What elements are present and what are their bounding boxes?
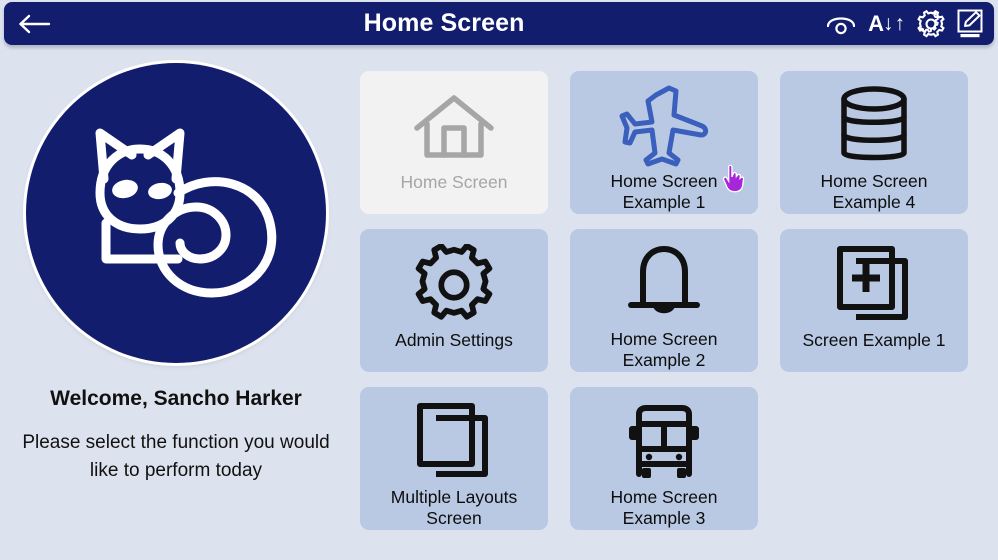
tile-label: Home Screen Example 3	[610, 486, 718, 529]
font-size-button[interactable]: A ↓↑	[868, 6, 906, 42]
tile-icon-wrap	[413, 84, 495, 170]
contrast-visibility-button[interactable]	[824, 6, 858, 42]
tile-home-screen-example-3[interactable]: Home Screen Example 3	[570, 387, 758, 530]
stacked-pages-icon	[417, 403, 488, 478]
tile-icon-wrap	[835, 242, 913, 328]
back-button[interactable]	[18, 7, 64, 41]
tile-label: Home Screen Example 1	[610, 170, 718, 213]
tile-admin-settings[interactable]: Admin Settings	[360, 229, 548, 372]
tile-home-screen-example-4[interactable]: Home Screen Example 4	[780, 71, 968, 214]
tile-icon-wrap	[836, 84, 912, 169]
tile-screen-example-1[interactable]: Screen Example 1	[780, 229, 968, 372]
sidebar-welcome-panel: Welcome, Sancho Harker Please select the…	[0, 49, 352, 560]
bell-icon	[628, 246, 700, 314]
tile-label: Admin Settings	[395, 330, 513, 350]
edit-notepad-icon	[957, 9, 983, 37]
tile-label: Multiple Layouts Screen	[390, 486, 518, 529]
cat-logo-icon	[95, 128, 277, 298]
tile-label: Screen Example 1	[802, 330, 946, 350]
instruction-text: Please select the function you would lik…	[22, 432, 330, 481]
gear-icon	[415, 244, 493, 320]
tile-multiple-layouts-screen[interactable]: Multiple Layouts Screen	[360, 387, 548, 530]
tile-home-screen-example-1[interactable]: Home Screen Example 1	[570, 71, 758, 214]
tile-home-screen-example-2[interactable]: Home Screen Example 2	[570, 229, 758, 372]
tile-icon-wrap	[621, 400, 707, 485]
tile-label: Home Screen Example 2	[610, 328, 718, 371]
contrast-visibility-icon	[827, 16, 856, 34]
bus-icon	[629, 405, 699, 479]
tile-label: Home Screen	[400, 172, 508, 192]
tile-icon-wrap	[415, 400, 493, 485]
arrow-left-icon	[19, 14, 51, 33]
app-header-bar: Home Screen A ↓↑	[4, 2, 994, 45]
gear-icon	[917, 9, 945, 37]
house-icon	[414, 95, 494, 158]
header-tools: A ↓↑	[824, 6, 986, 42]
tile-label: Home Screen Example 4	[820, 170, 928, 213]
add-page-icon	[837, 246, 908, 320]
page-title: Home Screen	[363, 9, 525, 37]
font-size-letter: A	[868, 10, 884, 36]
font-size-arrows: ↓↑	[883, 11, 906, 35]
organization-logo	[26, 63, 326, 363]
database-icon	[841, 86, 907, 161]
function-tile-grid: Home Screen Home Screen Example 1 Home S…	[360, 71, 970, 530]
tile-icon-wrap	[618, 84, 710, 169]
airplane-icon	[619, 85, 709, 167]
settings-button[interactable]	[916, 6, 946, 42]
pointing-hand-cursor	[722, 164, 745, 193]
tile-icon-wrap	[625, 242, 703, 327]
edit-notepad-button[interactable]	[956, 6, 984, 42]
tile-home-screen: Home Screen	[360, 71, 548, 214]
welcome-message: Welcome, Sancho Harker	[50, 387, 302, 410]
tile-icon-wrap	[413, 242, 495, 328]
